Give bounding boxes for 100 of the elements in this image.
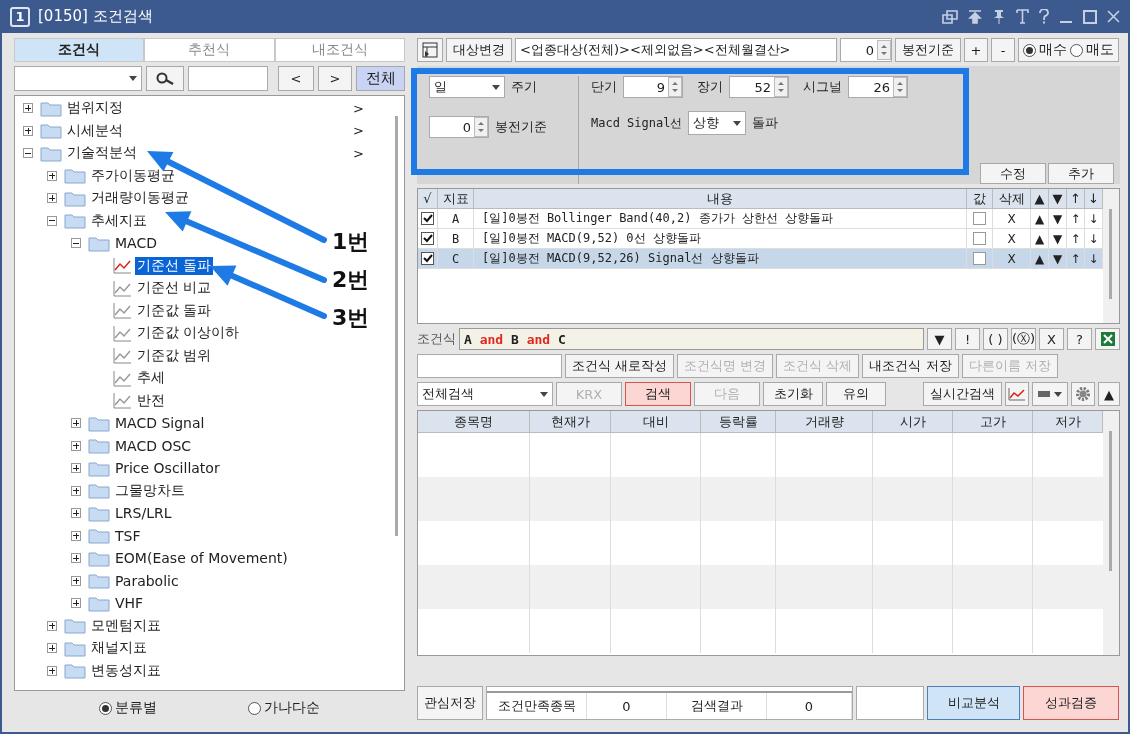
number-spinner[interactable]: 0 — [840, 38, 892, 62]
move-button[interactable]: ↓ — [1085, 249, 1103, 269]
tree-item[interactable]: 채널지표 — [89, 639, 149, 658]
tree-item[interactable]: MACD — [113, 235, 159, 252]
target-field[interactable]: <업종대상(전체)><제외없음><전체월결산> — [515, 38, 837, 62]
tree-item[interactable]: Parabolic — [113, 572, 181, 589]
name-field[interactable] — [417, 354, 562, 378]
spin-arrows-icon[interactable] — [893, 77, 907, 97]
checkbox[interactable] — [421, 212, 434, 225]
tree-item[interactable]: 추세 — [135, 369, 167, 388]
checkbox[interactable] — [973, 252, 986, 265]
expand-toggle[interactable] — [71, 463, 81, 474]
pin-icon[interactable] — [992, 9, 1006, 24]
search-action-button[interactable]: 초기화 — [763, 382, 823, 406]
next-button[interactable]: > — [318, 66, 352, 91]
tree-item[interactable]: MACD OSC — [113, 437, 194, 454]
move-button[interactable]: ↑ — [1067, 209, 1085, 229]
tree-item[interactable]: TSF — [113, 527, 143, 544]
checkbox[interactable] — [973, 212, 986, 225]
move-button[interactable]: ↑ — [1067, 249, 1085, 269]
expand-toggle[interactable] — [71, 575, 81, 586]
tree-item[interactable]: 주가이동평균 — [89, 166, 177, 185]
tree-item[interactable]: 변동성지표 — [89, 661, 163, 680]
move-button[interactable]: ▼ — [1049, 249, 1067, 269]
settings-button[interactable]: 추가 — [1048, 163, 1114, 184]
number-spinner[interactable]: 52 — [729, 76, 789, 98]
number-spinner[interactable]: 0 — [429, 116, 489, 138]
panel-toggle-button[interactable] — [417, 38, 443, 62]
operator-button[interactable]: ? — [1067, 328, 1092, 350]
expand-toggle[interactable] — [71, 530, 81, 541]
tab[interactable]: 추천식 — [144, 38, 275, 62]
show-all-button[interactable]: 전체 — [356, 66, 405, 91]
search-action-button[interactable]: 검색 — [625, 382, 691, 406]
move-button[interactable]: ▲ — [1031, 249, 1049, 269]
expand-toggle[interactable] — [71, 440, 81, 451]
move-button[interactable]: ▼ — [1049, 209, 1067, 229]
search-action-button[interactable]: 유의 — [826, 382, 886, 406]
chart-button[interactable] — [1005, 382, 1029, 406]
tree-item[interactable]: LRS/LRL — [113, 505, 174, 522]
previous-button[interactable]: < — [278, 66, 314, 91]
tree-item[interactable]: 범위지정 — [65, 99, 125, 118]
search-field[interactable] — [188, 66, 268, 91]
operator-button[interactable]: ( ) — [983, 328, 1008, 350]
tree-item[interactable]: Price Oscillator — [113, 460, 222, 477]
compare-button[interactable]: 비교분석 — [927, 686, 1020, 720]
tree-item[interactable]: 모멘텀지표 — [89, 616, 163, 635]
tree-item[interactable]: EOM(Ease of Movement) — [113, 550, 290, 567]
remove-button[interactable]: - — [991, 38, 1015, 62]
expand-toggle[interactable] — [71, 418, 81, 429]
verify-button[interactable]: 성과검증 — [1023, 686, 1119, 720]
radio-button[interactable] — [1023, 43, 1036, 57]
radio-button[interactable] — [1070, 43, 1083, 57]
bar-basis-button[interactable]: 봉전기준 — [895, 38, 961, 62]
expand-arrow[interactable]: > — [353, 123, 364, 139]
direction-dropdown[interactable]: 상향 — [688, 111, 747, 135]
tree-item[interactable]: 기준선 돌파 — [135, 256, 214, 275]
scope-dropdown[interactable]: 전체검색 — [417, 382, 553, 406]
collapse-toggle[interactable] — [71, 238, 81, 249]
expand-toggle[interactable] — [47, 620, 57, 631]
tree-item[interactable]: 기준값 범위 — [135, 346, 214, 365]
expand-toggle[interactable] — [47, 665, 57, 676]
operator-button[interactable]: ! — [955, 328, 980, 350]
expand-arrow[interactable]: > — [353, 145, 364, 161]
expand-toggle[interactable] — [23, 103, 33, 114]
operator-button[interactable]: ▼ — [927, 328, 952, 350]
font-size-icon[interactable] — [1016, 9, 1029, 24]
spin-arrows-icon[interactable] — [774, 77, 788, 97]
radio-button[interactable] — [247, 701, 261, 715]
expand-arrow[interactable]: > — [353, 100, 364, 116]
number-spinner[interactable]: 26 — [848, 76, 908, 98]
add-button[interactable]: + — [964, 38, 988, 62]
tree-item[interactable]: 시세분석 — [65, 121, 125, 140]
expand-toggle[interactable] — [47, 193, 57, 204]
tree-item[interactable]: VHF — [113, 595, 146, 612]
tree-item[interactable]: MACD Signal — [113, 415, 207, 432]
excel-button[interactable] — [1095, 328, 1120, 350]
checkbox[interactable] — [421, 252, 434, 265]
action-button[interactable]: 조건식 새로작성 — [565, 354, 675, 378]
expand-toggle[interactable] — [71, 485, 81, 496]
display-dropdown[interactable] — [1032, 382, 1068, 406]
spin-arrows-icon[interactable] — [877, 40, 891, 60]
period-dropdown[interactable]: 일 — [429, 76, 505, 98]
checkbox[interactable] — [973, 232, 986, 245]
expand-toggle[interactable] — [23, 125, 33, 136]
delete-button[interactable]: X — [993, 209, 1031, 229]
formula-field[interactable]: A and B and C — [459, 328, 924, 350]
tree-item[interactable]: 추세지표 — [89, 211, 149, 230]
tree-item[interactable]: 기준값 돌파 — [135, 301, 214, 320]
tree-item[interactable]: 거래량이동평균 — [89, 189, 191, 208]
tree-item[interactable]: 반전 — [135, 391, 167, 410]
save-watchlist-button[interactable]: 관심저장 — [417, 686, 483, 720]
spin-arrows-icon[interactable] — [668, 77, 682, 97]
tree-item[interactable]: 기준값 이상이하 — [135, 324, 242, 343]
expand-toggle[interactable] — [71, 553, 81, 564]
tree-item[interactable]: 기술적분석 — [65, 144, 139, 163]
maximize-icon[interactable] — [1083, 9, 1097, 24]
close-icon[interactable] — [1107, 10, 1120, 23]
checkbox[interactable] — [421, 232, 434, 245]
radio-button[interactable] — [99, 701, 113, 715]
tree-item[interactable]: 그물망차트 — [113, 481, 187, 500]
